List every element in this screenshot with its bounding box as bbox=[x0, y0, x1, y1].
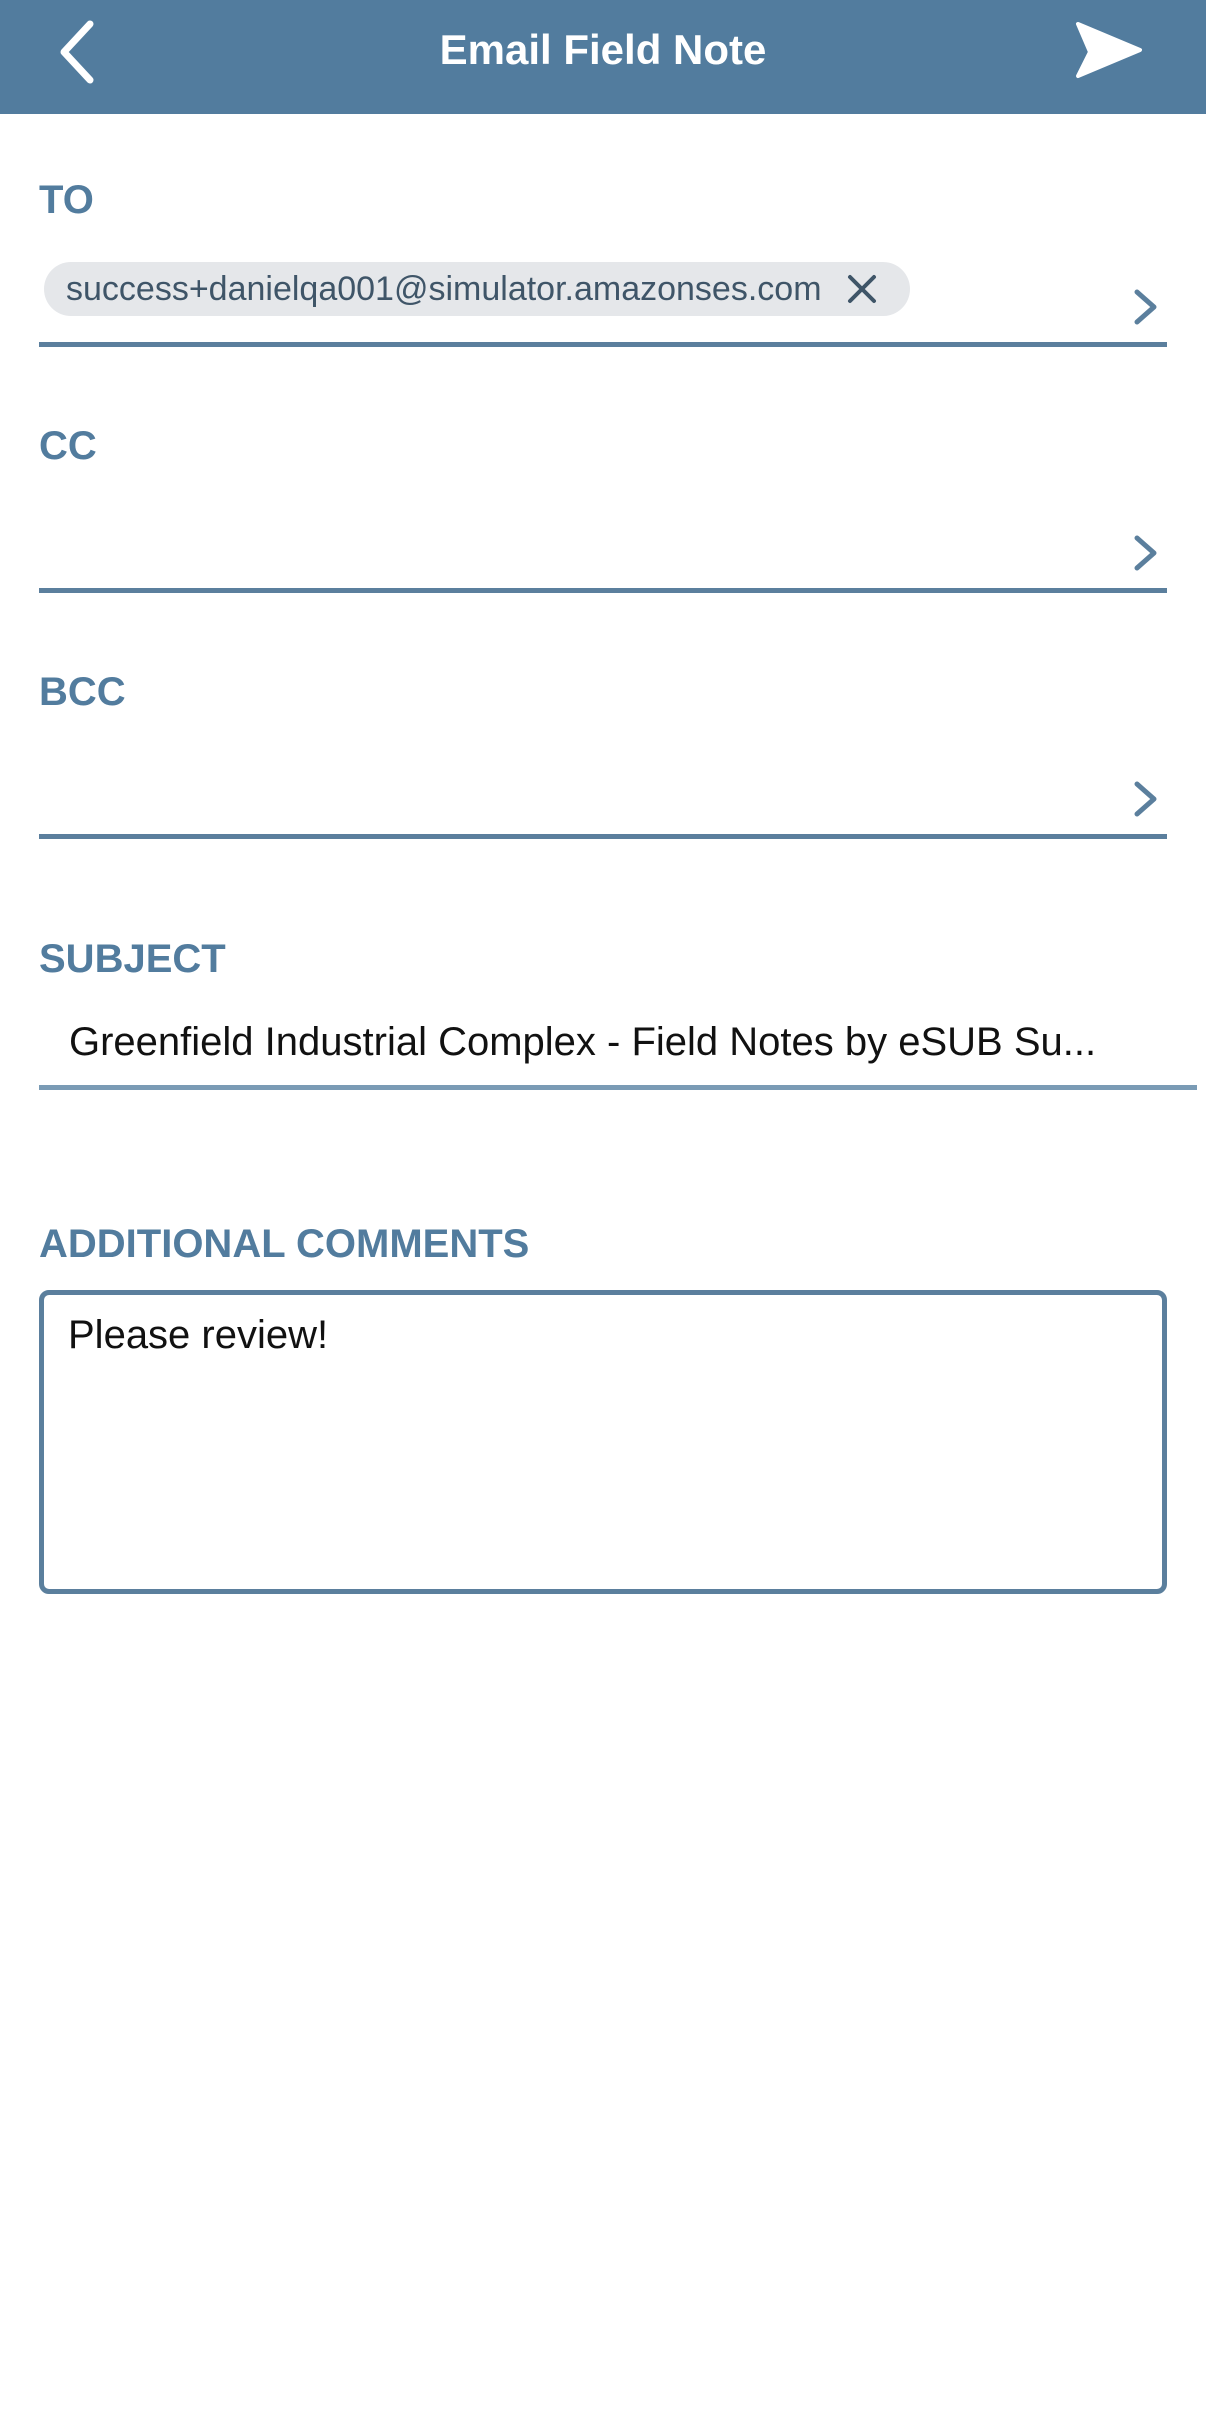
to-field[interactable]: success+danielqa001@simulator.amazonses.… bbox=[39, 262, 1167, 347]
remove-recipient-icon[interactable] bbox=[842, 269, 882, 309]
subject-label: SUBJECT bbox=[39, 937, 226, 981]
cc-label: CC bbox=[39, 424, 97, 468]
recipient-chip[interactable]: success+danielqa001@simulator.amazonses.… bbox=[44, 262, 910, 316]
to-chevron-right-icon[interactable] bbox=[1127, 282, 1167, 332]
subject-value: Greenfield Industrial Complex - Field No… bbox=[69, 1020, 1097, 1064]
nav-header: Email Field Note bbox=[0, 0, 1206, 114]
bcc-field[interactable] bbox=[39, 754, 1167, 839]
cc-chevron-right-icon[interactable] bbox=[1127, 528, 1167, 578]
comments-value: Please review! bbox=[68, 1313, 329, 1357]
comments-textarea[interactable]: Please review! bbox=[39, 1290, 1167, 1594]
page-title: Email Field Note bbox=[439, 26, 767, 73]
cc-field[interactable] bbox=[39, 508, 1167, 593]
comments-label: ADDITIONAL COMMENTS bbox=[39, 1222, 530, 1266]
recipient-chip-email: success+danielqa001@simulator.amazonses.… bbox=[66, 270, 822, 308]
bcc-label: BCC bbox=[39, 670, 126, 714]
to-label: TO bbox=[39, 178, 94, 222]
send-button[interactable] bbox=[1068, 12, 1158, 92]
subject-field[interactable]: Greenfield Industrial Complex - Field No… bbox=[39, 1018, 1197, 1090]
bcc-chevron-right-icon[interactable] bbox=[1127, 774, 1167, 824]
send-icon bbox=[1076, 22, 1142, 78]
